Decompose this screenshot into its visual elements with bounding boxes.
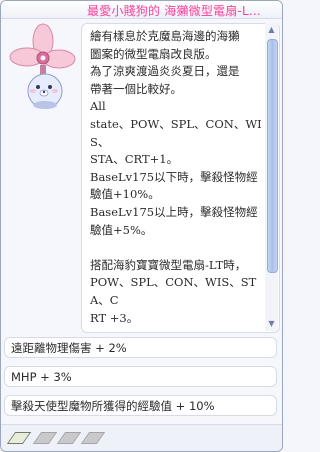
bonus-mhp: MHP + 3% (4, 366, 277, 387)
item-info-window: 最愛小賤狗的 海獺微型電扇-L... 繪有樣息於克魔島海邊的海獺 圖案的微型電扇… (0, 0, 283, 452)
scroll-up-arrow-icon[interactable]: ▲ (265, 24, 278, 36)
scrollbar-thumb[interactable] (267, 39, 278, 273)
item-description: 繪有樣息於克魔島海邊的海獺 圖案的微型電扇改良版。 為了涼爽渡過炎炎夏日，還是 … (90, 29, 262, 325)
item-name: 最愛小賤狗的 海獺微型電扇-L... (87, 4, 261, 18)
fan-item-icon (9, 23, 76, 109)
scroll-down-arrow-icon[interactable]: ▼ (265, 318, 278, 330)
title-bar[interactable]: 最愛小賤狗的 海獺微型電扇-L... (1, 1, 282, 19)
card-slot-icon[interactable] (80, 432, 106, 444)
card-slot-icon[interactable] (56, 432, 82, 444)
bonus-ranged-damage: 遠距離物理傷害 + 2% (4, 337, 277, 358)
bonus-angel-exp: 擊殺天使型魔物所獲得的經驗值 + 10% (4, 395, 277, 416)
description-panel: 繪有樣息於克魔島海邊的海獺 圖案的微型電扇改良版。 為了涼爽渡過炎炎夏日，還是 … (81, 23, 280, 333)
card-slots-bar (1, 424, 282, 451)
card-slot-icon[interactable] (32, 432, 58, 444)
card-slot-icon[interactable] (6, 432, 32, 444)
